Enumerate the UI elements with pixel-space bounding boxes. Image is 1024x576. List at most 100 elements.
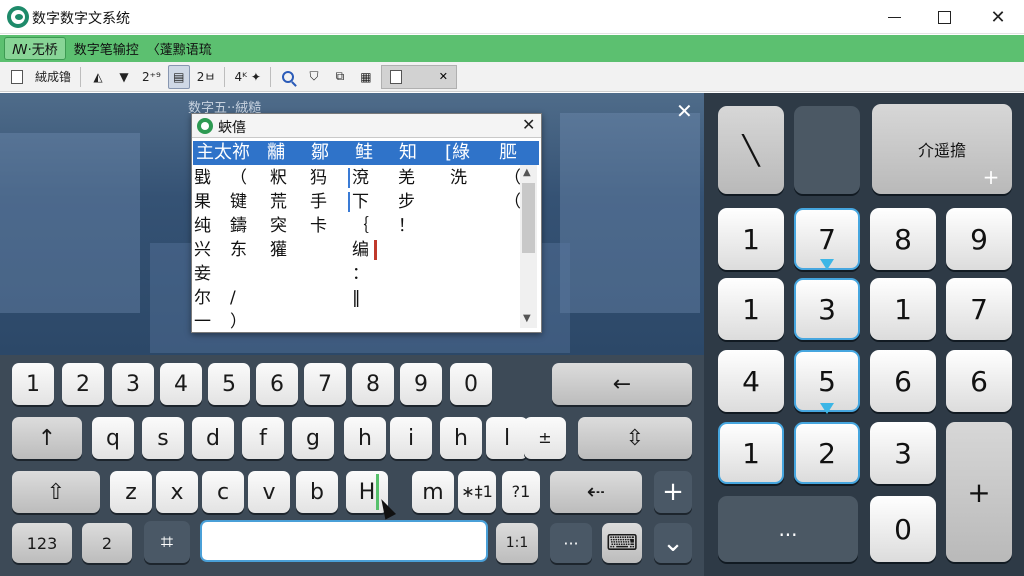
numpad-key-8[interactable]: 8 xyxy=(870,208,936,270)
candidate-item[interactable]: 鲑 xyxy=(355,141,373,165)
keyboard-hide-icon[interactable]: ⌨ xyxy=(602,523,642,563)
left-arrow-key[interactable]: ⇠ xyxy=(550,471,642,513)
close-icon[interactable]: ✕ xyxy=(676,101,693,121)
numpad-ellipsis-key[interactable]: ... xyxy=(718,496,858,562)
numpad-key-0[interactable]: 0 xyxy=(870,496,936,562)
new-doc-icon[interactable] xyxy=(6,65,28,89)
numpad-key-1[interactable]: 1 xyxy=(718,422,784,484)
candidate-cell[interactable]: 卡 xyxy=(310,215,327,237)
candidate-item[interactable]: 鄒 xyxy=(311,141,329,165)
candidate-cell[interactable]: ！ xyxy=(398,215,415,237)
plus-key[interactable]: + xyxy=(654,471,692,513)
key-4[interactable]: 4 xyxy=(160,363,202,405)
menu-item-digital-pen[interactable]: 数字笔输控 xyxy=(74,39,139,58)
toolbar-combo[interactable]: ✕ xyxy=(380,64,457,89)
candidate-cell[interactable]: （ xyxy=(504,191,521,213)
numpad-top-plus[interactable]: + xyxy=(980,165,1002,189)
key-b[interactable]: b xyxy=(296,471,338,513)
candidate-cell[interactable]: / xyxy=(230,287,236,309)
candidate-cell[interactable]: 兴 xyxy=(194,239,211,261)
caps-key[interactable]: ⇧ xyxy=(12,471,100,513)
numpad-key-1[interactable]: 1 xyxy=(718,208,784,270)
key-3[interactable]: 3 xyxy=(112,363,154,405)
scroll-down-icon[interactable]: ▼ xyxy=(523,313,531,324)
candidate-cell[interactable]: 羌 xyxy=(398,167,415,189)
down-key[interactable]: ⌄ xyxy=(654,523,692,563)
key-8[interactable]: 8 xyxy=(352,363,394,405)
key-5[interactable]: 5 xyxy=(208,363,250,405)
key-9[interactable]: 9 xyxy=(400,363,442,405)
candidate-cell[interactable]: 下 xyxy=(352,191,369,213)
search-icon[interactable] xyxy=(277,65,299,89)
candidate-cell[interactable]: 突 xyxy=(270,215,287,237)
candidate-cell[interactable]: 獾 xyxy=(270,239,287,261)
candidate-cell[interactable]: 妾 xyxy=(194,263,211,285)
candidate-cell[interactable]: ⼀ xyxy=(194,311,211,333)
paint-icon[interactable]: ◭ xyxy=(87,65,109,89)
key-x[interactable]: x xyxy=(156,471,198,513)
key-h[interactable]: h xyxy=(344,417,386,459)
numpad-key-3[interactable]: 3 xyxy=(794,278,860,340)
key-q[interactable]: q xyxy=(92,417,134,459)
more-key[interactable]: ··· xyxy=(550,523,592,563)
numpad-key-6[interactable]: 6 xyxy=(870,350,936,412)
plus-minus-key[interactable]: ± xyxy=(524,417,566,459)
candidate-cell[interactable]: ： xyxy=(352,263,369,285)
candidate-item[interactable]: 䏘 xyxy=(499,141,517,165)
key-m[interactable]: m xyxy=(412,471,454,513)
key-i[interactable]: i xyxy=(390,417,432,459)
symbol-key[interactable]: ∗‡1 xyxy=(458,471,496,513)
key-s[interactable]: s xyxy=(142,417,184,459)
popup-close-icon[interactable]: ✕ xyxy=(522,115,535,134)
folder-icon[interactable]: ⧉ xyxy=(329,65,351,89)
candidate-item[interactable]: 黼 xyxy=(267,141,285,165)
candidate-cell[interactable]: 粎 xyxy=(270,167,287,189)
numpad-key-2[interactable]: 2 xyxy=(794,422,860,484)
candidate-cell[interactable]: 步 xyxy=(398,191,415,213)
key-d[interactable]: d xyxy=(192,417,234,459)
candidate-cell[interactable]: 键 xyxy=(230,191,247,213)
question-key[interactable]: ?1 xyxy=(502,471,540,513)
layout-switch-icon[interactable]: ⌗ xyxy=(144,521,190,563)
move-key[interactable]: ⇳ xyxy=(578,417,692,459)
scroll-thumb[interactable] xyxy=(522,183,535,253)
candidate-cell[interactable]: 手 xyxy=(310,191,327,213)
slash-key[interactable]: ╲ xyxy=(718,106,784,194)
candidate-cell[interactable]: 东 xyxy=(230,239,247,261)
numpad-key-4[interactable]: 4 xyxy=(718,350,784,412)
grid-icon[interactable]: ▦ xyxy=(355,65,377,89)
dropdown-arrow-icon[interactable]: ▼ xyxy=(113,65,135,89)
toolbar-item-1[interactable]: 絨成镥 xyxy=(32,65,74,89)
menu-home-tab[interactable]: ꟿ·无桥 xyxy=(4,37,66,60)
candidate-cell[interactable]: （ xyxy=(504,167,521,189)
candidate-item[interactable]: 主太祢 xyxy=(196,141,250,165)
ratio-key[interactable]: 1:1 xyxy=(496,523,538,563)
shift-key[interactable]: ↑ xyxy=(12,417,82,459)
backspace-key[interactable]: ← xyxy=(552,363,692,405)
numpad-key-7[interactable]: 7 xyxy=(946,278,1012,340)
close-button[interactable]: ✕ xyxy=(972,0,1024,34)
key-1[interactable]: 1 xyxy=(12,363,54,405)
key-2-small[interactable]: 2 xyxy=(82,523,132,563)
candidate-cell[interactable]: 荒 xyxy=(270,191,287,213)
candidate-cell[interactable]: 编 xyxy=(352,239,369,261)
key-g[interactable]: g xyxy=(292,417,334,459)
numpad-plus-key[interactable]: + xyxy=(946,422,1012,562)
numbers-key[interactable]: 123 xyxy=(12,523,72,563)
candidate-cell[interactable]: ‖ xyxy=(352,287,361,309)
candidate-cell[interactable]: 果 xyxy=(194,191,211,213)
scroll-up-icon[interactable]: ▲ xyxy=(523,167,531,178)
key-7[interactable]: 7 xyxy=(304,363,346,405)
candidate-cell[interactable]: 犸 xyxy=(310,167,327,189)
layout-icon[interactable]: ▤ xyxy=(167,64,190,89)
candidate-cell[interactable]: 渷 xyxy=(352,167,369,189)
maximize-button[interactable] xyxy=(918,0,970,34)
numpad-key-3[interactable]: 3 xyxy=(870,422,936,484)
candidate-cell[interactable]: （ xyxy=(230,167,247,189)
candidate-cell[interactable]: 鑄 xyxy=(230,215,247,237)
shield-icon[interactable]: ⛉ xyxy=(303,65,325,89)
key-2[interactable]: 2 xyxy=(62,363,104,405)
key-6[interactable]: 6 xyxy=(256,363,298,405)
candidate-item[interactable]: [綠 xyxy=(445,141,470,165)
minimize-button[interactable] xyxy=(868,0,920,34)
